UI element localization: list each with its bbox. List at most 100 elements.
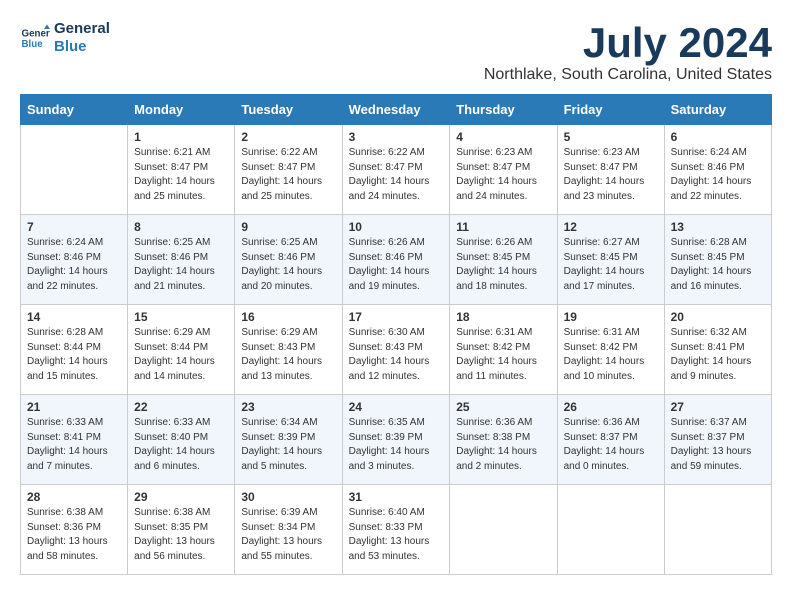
calendar-cell: 24Sunrise: 6:35 AM Sunset: 8:39 PM Dayli… [342, 395, 450, 485]
day-info: Sunrise: 6:30 AM Sunset: 8:43 PM Dayligh… [349, 326, 444, 384]
day-number: 13 [671, 220, 765, 234]
day-number: 4 [456, 130, 550, 144]
calendar-cell: 16Sunrise: 6:29 AM Sunset: 8:43 PM Dayli… [235, 305, 342, 395]
day-info: Sunrise: 6:23 AM Sunset: 8:47 PM Dayligh… [456, 146, 550, 204]
day-info: Sunrise: 6:22 AM Sunset: 8:47 PM Dayligh… [349, 146, 444, 204]
day-info: Sunrise: 6:28 AM Sunset: 8:44 PM Dayligh… [27, 326, 121, 384]
day-info: Sunrise: 6:23 AM Sunset: 8:47 PM Dayligh… [564, 146, 658, 204]
calendar-cell: 27 Sunrise: 6:37 AM Sunset: 8:37 PM Dayli… [664, 395, 771, 485]
header-saturday: Saturday [664, 95, 771, 125]
calendar-cell: 25 Sunrise: 6:36 AM Sunset: 8:38 PM Dayli… [450, 395, 557, 485]
day-info: Sunrise: 6:33 AM Sunset: 8:40 PM Dayligh… [134, 416, 228, 474]
calendar-cell: 14Sunrise: 6:28 AM Sunset: 8:44 PM Dayli… [21, 305, 128, 395]
day-number: 19 [564, 310, 658, 324]
day-info: Sunrise: 6:36 AM Sunset: 8:38 PM Dayligh… [456, 416, 550, 474]
day-info: Sunrise: 6:31 AM Sunset: 8:42 PM Dayligh… [564, 326, 658, 384]
day-number: 11 [456, 220, 550, 234]
calendar-cell: 17Sunrise: 6:30 AM Sunset: 8:43 PM Dayli… [342, 305, 450, 395]
logo-text: General Blue [54, 20, 110, 56]
day-info: Sunrise: 6:25 AM Sunset: 8:46 PM Dayligh… [241, 236, 335, 294]
day-number: 2 [241, 130, 335, 144]
day-number: 7 [27, 220, 121, 234]
day-info: Sunrise: 6:21 AM Sunset: 8:47 PM Dayligh… [134, 146, 228, 204]
day-number: 23 [241, 400, 335, 414]
day-number: 8 [134, 220, 228, 234]
header: General Blue General Blue July 2024 Nort… [20, 20, 772, 84]
logo: General Blue General Blue [20, 20, 110, 56]
logo-general: General [54, 20, 110, 37]
calendar-cell [21, 125, 128, 215]
calendar-cell: 20Sunrise: 6:32 AM Sunset: 8:41 PM Dayli… [664, 305, 771, 395]
calendar-cell: 2 Sunrise: 6:22 AM Sunset: 8:47 PM Daylig… [235, 125, 342, 215]
day-info: Sunrise: 6:25 AM Sunset: 8:46 PM Dayligh… [134, 236, 228, 294]
calendar-cell [557, 485, 664, 575]
day-number: 18 [456, 310, 550, 324]
calendar-cell: 30 Sunrise: 6:39 AM Sunset: 8:34 PM Dayli… [235, 485, 342, 575]
calendar-week-row: 14Sunrise: 6:28 AM Sunset: 8:44 PM Dayli… [21, 305, 772, 395]
day-number: 9 [241, 220, 335, 234]
day-info: Sunrise: 6:39 AM Sunset: 8:34 PM Dayligh… [241, 506, 335, 564]
calendar-cell: 5 Sunrise: 6:23 AM Sunset: 8:47 PM Daylig… [557, 125, 664, 215]
day-number: 26 [564, 400, 658, 414]
day-info: Sunrise: 6:37 AM Sunset: 8:37 PM Dayligh… [671, 416, 765, 474]
day-number: 21 [27, 400, 121, 414]
calendar-cell: 3 Sunrise: 6:22 AM Sunset: 8:47 PM Daylig… [342, 125, 450, 215]
day-number: 15 [134, 310, 228, 324]
calendar-table: SundayMondayTuesdayWednesdayThursdayFrid… [20, 94, 772, 575]
calendar-cell: 6Sunrise: 6:24 AM Sunset: 8:46 PM Daylig… [664, 125, 771, 215]
calendar-cell: 15 Sunrise: 6:29 AM Sunset: 8:44 PM Dayli… [128, 305, 235, 395]
day-number: 30 [241, 490, 335, 504]
calendar-cell [450, 485, 557, 575]
svg-text:Blue: Blue [22, 39, 44, 50]
calendar-cell: 21Sunrise: 6:33 AM Sunset: 8:41 PM Dayli… [21, 395, 128, 485]
day-info: Sunrise: 6:27 AM Sunset: 8:45 PM Dayligh… [564, 236, 658, 294]
calendar-week-row: 21Sunrise: 6:33 AM Sunset: 8:41 PM Dayli… [21, 395, 772, 485]
logo-blue: Blue [54, 38, 87, 55]
day-number: 20 [671, 310, 765, 324]
day-info: Sunrise: 6:36 AM Sunset: 8:37 PM Dayligh… [564, 416, 658, 474]
header-friday: Friday [557, 95, 664, 125]
day-number: 5 [564, 130, 658, 144]
svg-text:General: General [22, 29, 51, 40]
day-number: 28 [27, 490, 121, 504]
day-info: Sunrise: 6:38 AM Sunset: 8:36 PM Dayligh… [27, 506, 121, 564]
calendar-cell: 31Sunrise: 6:40 AM Sunset: 8:33 PM Dayli… [342, 485, 450, 575]
calendar-cell: 29Sunrise: 6:38 AM Sunset: 8:35 PM Dayli… [128, 485, 235, 575]
header-tuesday: Tuesday [235, 95, 342, 125]
calendar-cell: 18 Sunrise: 6:31 AM Sunset: 8:42 PM Dayli… [450, 305, 557, 395]
day-info: Sunrise: 6:29 AM Sunset: 8:44 PM Dayligh… [134, 326, 228, 384]
day-info: Sunrise: 6:24 AM Sunset: 8:46 PM Dayligh… [27, 236, 121, 294]
calendar-cell: 12Sunrise: 6:27 AM Sunset: 8:45 PM Dayli… [557, 215, 664, 305]
day-info: Sunrise: 6:24 AM Sunset: 8:46 PM Dayligh… [671, 146, 765, 204]
day-number: 27 [671, 400, 765, 414]
calendar-cell: 26 Sunrise: 6:36 AM Sunset: 8:37 PM Dayli… [557, 395, 664, 485]
day-info: Sunrise: 6:22 AM Sunset: 8:47 PM Dayligh… [241, 146, 335, 204]
calendar-cell: 8 Sunrise: 6:25 AM Sunset: 8:46 PM Daylig… [128, 215, 235, 305]
day-info: Sunrise: 6:31 AM Sunset: 8:42 PM Dayligh… [456, 326, 550, 384]
day-number: 24 [349, 400, 444, 414]
month-title: July 2024 [484, 20, 772, 66]
day-number: 25 [456, 400, 550, 414]
calendar-header-row: SundayMondayTuesdayWednesdayThursdayFrid… [21, 95, 772, 125]
calendar-cell: 10Sunrise: 6:26 AM Sunset: 8:46 PM Dayli… [342, 215, 450, 305]
day-number: 3 [349, 130, 444, 144]
title-area: July 2024 Northlake, South Carolina, Uni… [484, 20, 772, 84]
day-info: Sunrise: 6:40 AM Sunset: 8:33 PM Dayligh… [349, 506, 444, 564]
calendar-cell: 7 Sunrise: 6:24 AM Sunset: 8:46 PM Daylig… [21, 215, 128, 305]
day-number: 1 [134, 130, 228, 144]
calendar-cell: 4 Sunrise: 6:23 AM Sunset: 8:47 PM Daylig… [450, 125, 557, 215]
day-number: 16 [241, 310, 335, 324]
calendar-cell: 19 Sunrise: 6:31 AM Sunset: 8:42 PM Dayli… [557, 305, 664, 395]
calendar-cell: 9 Sunrise: 6:25 AM Sunset: 8:46 PM Daylig… [235, 215, 342, 305]
calendar-cell: 1 Sunrise: 6:21 AM Sunset: 8:47 PM Daylig… [128, 125, 235, 215]
day-info: Sunrise: 6:38 AM Sunset: 8:35 PM Dayligh… [134, 506, 228, 564]
day-info: Sunrise: 6:34 AM Sunset: 8:39 PM Dayligh… [241, 416, 335, 474]
calendar-cell: 13 Sunrise: 6:28 AM Sunset: 8:45 PM Dayli… [664, 215, 771, 305]
calendar-week-row: 7 Sunrise: 6:24 AM Sunset: 8:46 PM Daylig… [21, 215, 772, 305]
day-info: Sunrise: 6:28 AM Sunset: 8:45 PM Dayligh… [671, 236, 765, 294]
calendar-week-row: 28 Sunrise: 6:38 AM Sunset: 8:36 PM Dayli… [21, 485, 772, 575]
location-title: Northlake, South Carolina, United States [484, 66, 772, 84]
day-info: Sunrise: 6:26 AM Sunset: 8:45 PM Dayligh… [456, 236, 550, 294]
calendar-cell: 28 Sunrise: 6:38 AM Sunset: 8:36 PM Dayli… [21, 485, 128, 575]
calendar-cell: 22Sunrise: 6:33 AM Sunset: 8:40 PM Dayli… [128, 395, 235, 485]
